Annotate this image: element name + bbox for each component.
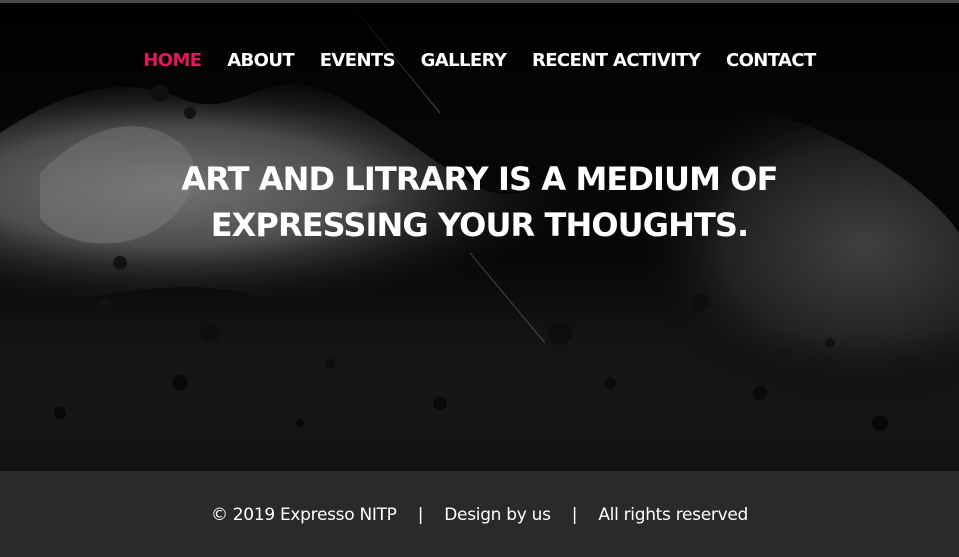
footer-text: © 2019 Expresso NITP | Design by us | Al…	[0, 505, 959, 525]
footer-copyright: © 2019 Expresso NITP	[210, 505, 397, 525]
nav-item-about[interactable]: ABOUT	[227, 50, 294, 71]
footer-rights: All rights reserved	[598, 505, 748, 525]
footer-separator: |	[571, 505, 578, 525]
hero-headline-line-2: EXPRESSING YOUR THOUGHTS.	[210, 206, 750, 244]
main-nav: HOME ABOUT EVENTS GALLERY RECENT ACTIVIT…	[0, 50, 959, 71]
footer: © 2019 Expresso NITP | Design by us | Al…	[0, 471, 959, 557]
nav-item-events[interactable]: EVENTS	[320, 50, 396, 71]
footer-design-credit: Design by us	[444, 505, 551, 525]
nav-item-home[interactable]: HOME	[143, 50, 202, 71]
page: HOME ABOUT EVENTS GALLERY RECENT ACTIVIT…	[0, 0, 959, 557]
hero-headline-line-1: ART AND LITRARY IS A MEDIUM OF	[181, 160, 778, 198]
nav-item-recent-activity[interactable]: RECENT ACTIVITY	[532, 50, 701, 71]
nav-item-contact[interactable]: CONTACT	[726, 50, 816, 71]
hero-section: HOME ABOUT EVENTS GALLERY RECENT ACTIVIT…	[0, 3, 959, 471]
hero-headline: ART AND LITRARY IS A MEDIUM OF EXPRESSIN…	[0, 156, 959, 248]
footer-separator: |	[417, 505, 424, 525]
nav-item-gallery[interactable]: GALLERY	[421, 50, 507, 71]
